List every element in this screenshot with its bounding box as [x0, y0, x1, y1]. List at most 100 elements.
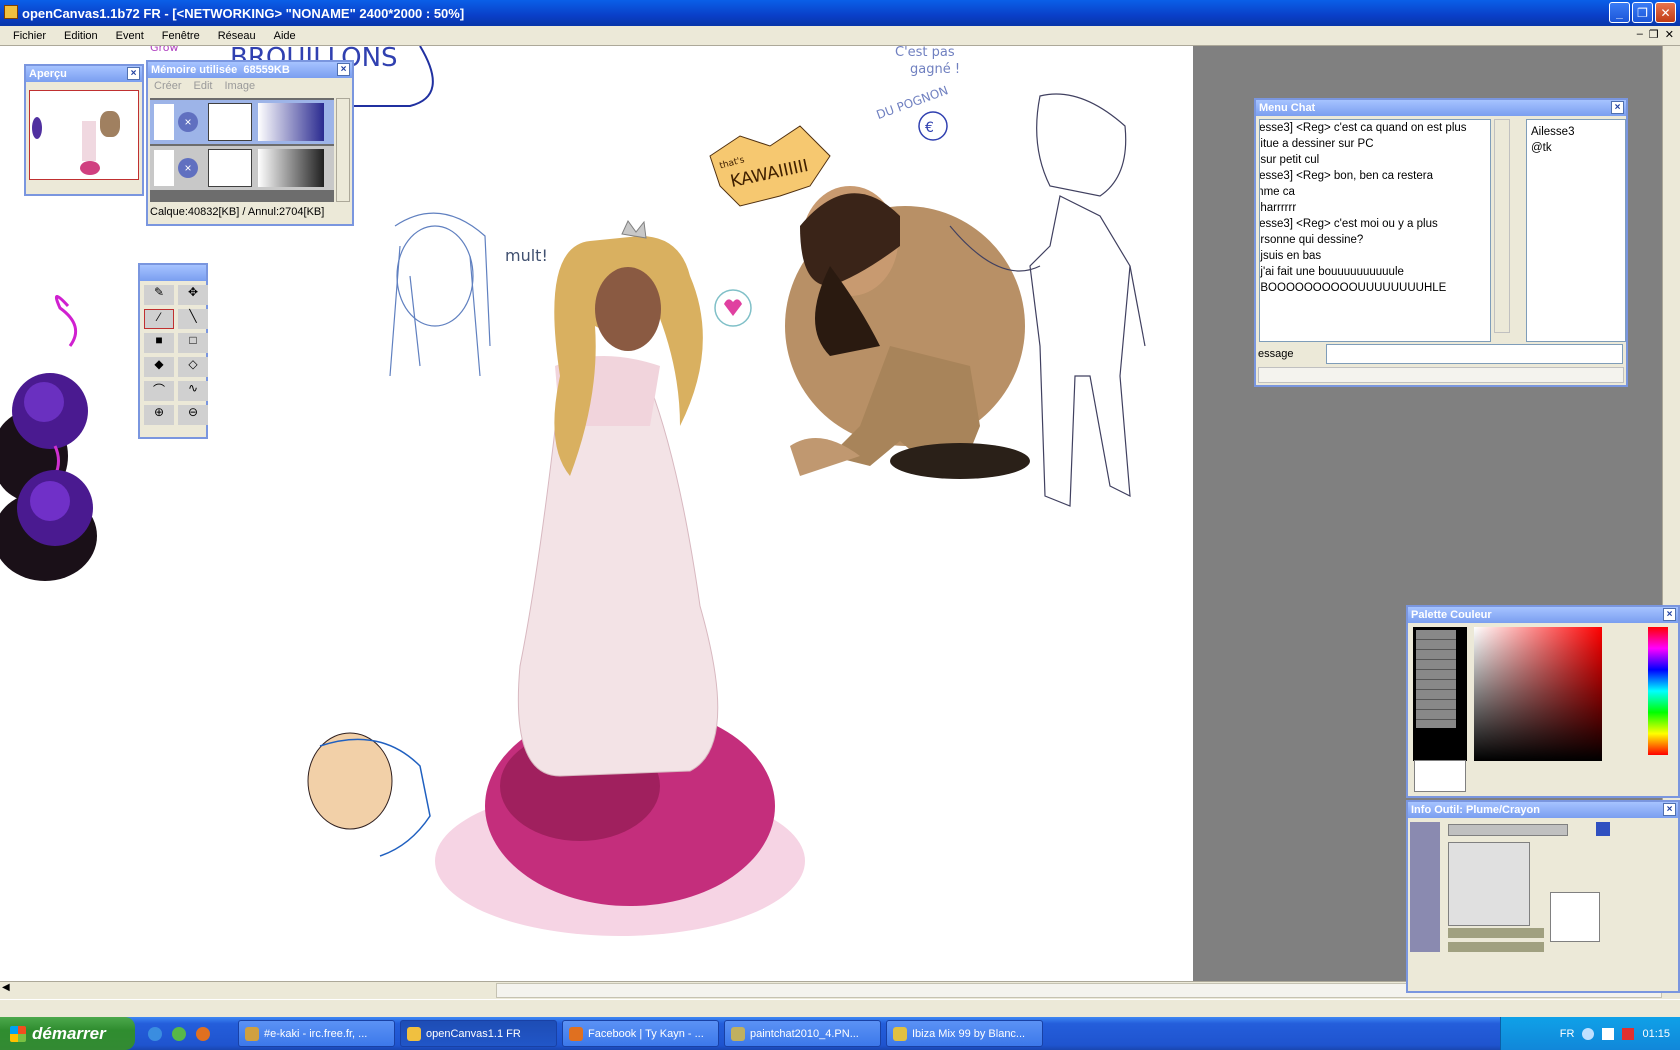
- chat-log-scrollbar[interactable]: [1494, 119, 1510, 333]
- tray-volume-icon[interactable]: [1602, 1027, 1615, 1040]
- visibility-icon[interactable]: [154, 150, 174, 186]
- tool-info-close-icon[interactable]: ×: [1663, 803, 1676, 816]
- curve-alt-tool-icon[interactable]: ∿: [178, 381, 208, 401]
- tool-info-panel: Info Outil: Plume/Crayon ×: [1406, 800, 1680, 993]
- chat-log: ilesse3] <Reg> c'est ca quand on est plu…: [1259, 119, 1491, 342]
- layer-mask-thumbnail: [258, 149, 324, 187]
- start-button[interactable]: démarrer: [0, 1017, 135, 1050]
- pen-tool-icon[interactable]: ✎: [144, 285, 174, 305]
- chat-user[interactable]: Ailesse3: [1531, 124, 1621, 140]
- maximize-button[interactable]: ❐: [1632, 2, 1653, 23]
- tool-palette: ✎ ✥ ⁄ ╲ ■ □ ◆ ◇ ⌒ ∿ ⊕ ⊖: [138, 263, 208, 439]
- color-palette-panel: Palette Couleur ×: [1406, 605, 1680, 798]
- minimize-button[interactable]: _: [1609, 2, 1630, 23]
- chat-hscrollbar[interactable]: [1258, 367, 1624, 383]
- chat-line: ilesse3] <Reg> bon, ben ca restera: [1259, 170, 1434, 182]
- apercu-close-icon[interactable]: ×: [127, 67, 140, 80]
- memoire-title: Mémoire utilisée 68559KB ×: [148, 62, 352, 78]
- layer-menu-edit[interactable]: Edit: [194, 80, 213, 92]
- current-color-swatch[interactable]: [1414, 760, 1466, 792]
- task-facebook[interactable]: Facebook | Ty Kayn - ...: [562, 1020, 719, 1047]
- taskbar: démarrer #e-kaki - irc.free.fr, ... open…: [0, 1017, 1680, 1050]
- chat-line: bitue a dessiner sur PC: [1259, 138, 1374, 150]
- layer-menu-image[interactable]: Image: [224, 80, 255, 92]
- grow-label: Grow: [150, 46, 179, 54]
- opacity-slider[interactable]: [1448, 928, 1544, 938]
- lasso-tool-icon[interactable]: ◇: [178, 357, 208, 377]
- chat-line: ] sur petit cul: [1259, 154, 1320, 166]
- brush-preview: [1448, 842, 1530, 926]
- brush-presets[interactable]: [1410, 822, 1440, 952]
- fill-rect-tool-icon[interactable]: ■: [144, 333, 174, 353]
- layer-row[interactable]: ×: [150, 100, 334, 144]
- chat-user[interactable]: @tk: [1531, 140, 1621, 156]
- task-ibiza[interactable]: Ibiza Mix 99 by Blanc...: [886, 1020, 1043, 1047]
- language-indicator[interactable]: FR: [1560, 1028, 1575, 1040]
- pressure-curve-graph[interactable]: [1550, 892, 1600, 942]
- layer-thumbnail: [208, 149, 252, 187]
- window-title: openCanvas1.1b72 FR - [<NETWORKING> "NON…: [22, 5, 465, 21]
- memoire-close-icon[interactable]: ×: [337, 63, 350, 76]
- line-tool-icon[interactable]: ╲: [178, 309, 208, 329]
- quicklaunch-messenger-icon[interactable]: [172, 1027, 186, 1041]
- tool-info-title: Info Outil: Plume/Crayon ×: [1408, 802, 1678, 818]
- color-gradient-picker[interactable]: [1474, 627, 1602, 761]
- menu-event[interactable]: Event: [107, 30, 153, 42]
- apercu-thumbnail[interactable]: [29, 90, 139, 180]
- save-preset-icon[interactable]: [1596, 822, 1610, 836]
- tray-network-icon[interactable]: [1582, 1027, 1595, 1040]
- layer-scrollbar[interactable]: [336, 98, 350, 202]
- task-opencanvas[interactable]: openCanvas1.1 FR: [400, 1020, 557, 1047]
- menu-reseau[interactable]: Réseau: [209, 30, 265, 42]
- winamp-icon: [893, 1026, 907, 1041]
- chat-line: ] harrrrrr: [1260, 202, 1297, 214]
- fill-lasso-tool-icon[interactable]: ◆: [144, 357, 174, 377]
- density-slider[interactable]: [1448, 942, 1544, 952]
- menu-fichier[interactable]: Fichier: [4, 30, 55, 42]
- move-tool-icon[interactable]: ✥: [178, 285, 208, 305]
- gagne-label: gagné !: [910, 62, 960, 77]
- rect-tool-icon[interactable]: □: [178, 333, 208, 353]
- message-input[interactable]: [1326, 344, 1623, 364]
- tray-antivirus-icon[interactable]: [1622, 1027, 1635, 1040]
- chat-line: ersonne qui dessine?: [1259, 234, 1364, 246]
- color-palette-close-icon[interactable]: ×: [1663, 608, 1676, 621]
- curve-tool-icon[interactable]: ⌒: [144, 381, 174, 401]
- quicklaunch-ie-icon[interactable]: [148, 1027, 162, 1041]
- brush-size-slider[interactable]: [1448, 824, 1568, 836]
- opencanvas-icon: [407, 1026, 421, 1041]
- menu-bar: Fichier Edition Event Fenêtre Réseau Aid…: [0, 26, 1680, 46]
- clock[interactable]: 01:15: [1642, 1028, 1670, 1040]
- chat-user-list: Ailesse3 @tk: [1526, 119, 1626, 342]
- dupognon-label: DU POGNON: [874, 83, 949, 122]
- layer-row[interactable]: ×: [150, 146, 334, 190]
- task-label: Facebook | Ty Kayn - ...: [588, 1027, 704, 1040]
- visibility-icon[interactable]: [154, 104, 174, 140]
- zoom-in-icon[interactable]: ⊕: [144, 405, 174, 425]
- zoom-out-icon[interactable]: ⊖: [178, 405, 208, 425]
- task-paintchat[interactable]: paintchat2010_4.PN...: [724, 1020, 881, 1047]
- chat-line: mme ca: [1260, 186, 1295, 198]
- delete-layer-icon[interactable]: ×: [178, 112, 198, 132]
- chat-line: ilesse3] <Reg> c'est moi ou y a plus: [1259, 218, 1438, 230]
- menu-fenetre[interactable]: Fenêtre: [153, 30, 209, 42]
- mdi-minimize-button[interactable]: –: [1637, 28, 1643, 41]
- task-label: paintchat2010_4.PN...: [750, 1027, 859, 1040]
- task-irc[interactable]: #e-kaki - irc.free.fr, ...: [238, 1020, 395, 1047]
- swatch-grid[interactable]: [1413, 627, 1467, 761]
- irc-icon: [245, 1026, 259, 1041]
- quicklaunch-firefox-icon[interactable]: [196, 1027, 210, 1041]
- eyedropper-tool-icon[interactable]: ⁄: [144, 309, 174, 329]
- mdi-restore-button[interactable]: ❐: [1649, 28, 1659, 41]
- chat-close-icon[interactable]: ×: [1611, 101, 1624, 114]
- scroll-left-arrow[interactable]: ◀: [2, 982, 10, 993]
- close-button[interactable]: ✕: [1655, 2, 1676, 23]
- memoire-status: Calque:40832[KB] / Annul:2704[KB]: [150, 206, 325, 218]
- hue-slider[interactable]: [1648, 627, 1668, 755]
- delete-layer-icon[interactable]: ×: [178, 158, 198, 178]
- color-palette-title: Palette Couleur ×: [1408, 607, 1678, 623]
- menu-aide[interactable]: Aide: [265, 30, 305, 42]
- mdi-close-button[interactable]: ✕: [1665, 28, 1674, 41]
- layer-menu-creer[interactable]: Créer: [154, 80, 182, 92]
- menu-edition[interactable]: Edition: [55, 30, 107, 42]
